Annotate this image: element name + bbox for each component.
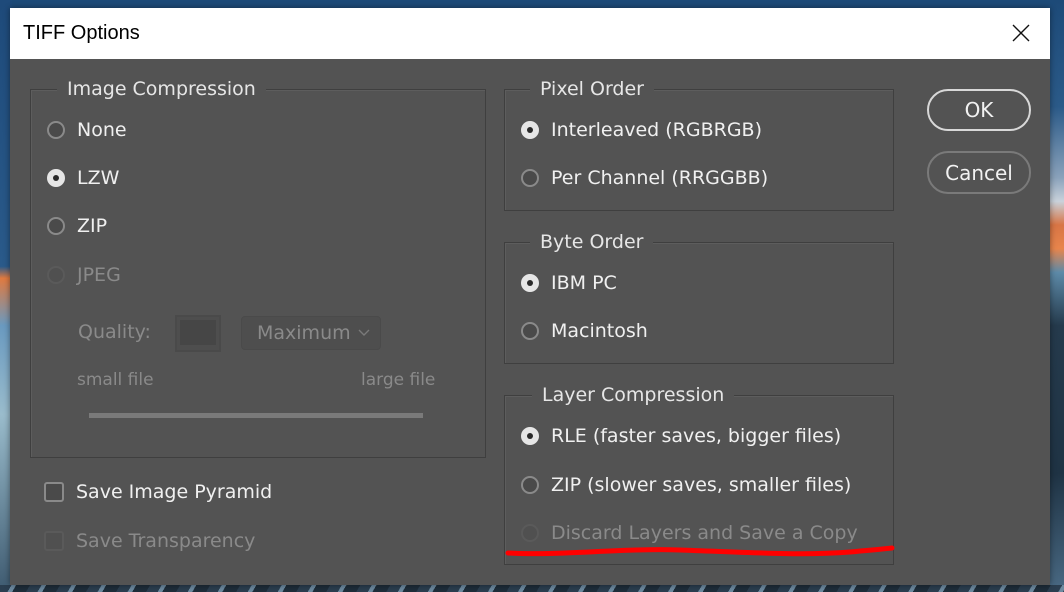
radio-compression-zip[interactable]: ZIP (47, 215, 107, 237)
radio-indicator (521, 274, 539, 292)
radio-pixel-interleaved[interactable]: Interleaved (RGBRGB) (521, 119, 762, 141)
radio-label: Discard Layers and Save a Copy (551, 522, 858, 544)
radio-indicator (521, 476, 539, 494)
large-file-label: large file (361, 370, 436, 390)
desktop-background-bottom (0, 585, 1064, 592)
chevron-down-icon (358, 329, 370, 336)
tiff-options-dialog: TIFF Options Image Compression None LZW … (10, 8, 1050, 585)
radio-label: IBM PC (551, 272, 617, 294)
radio-indicator (47, 121, 65, 139)
quality-label: Quality: (78, 321, 151, 343)
quality-dropdown-value: Maximum (257, 322, 351, 344)
radio-indicator (521, 427, 539, 445)
radio-label: Per Channel (RRGGBB) (551, 167, 769, 189)
quality-input (175, 315, 221, 352)
radio-indicator (47, 217, 65, 235)
image-compression-legend: Image Compression (57, 76, 266, 102)
small-file-label: small file (77, 370, 154, 390)
radio-label: LZW (77, 167, 120, 189)
cancel-button[interactable]: Cancel (927, 151, 1031, 194)
radio-byte-ibm-pc[interactable]: IBM PC (521, 272, 617, 294)
radio-indicator (521, 322, 539, 340)
checkbox-label: Save Transparency (76, 530, 256, 552)
close-button[interactable] (1010, 22, 1032, 44)
quality-dropdown: Maximum (241, 316, 381, 350)
radio-indicator (47, 266, 65, 284)
close-icon (1012, 24, 1030, 42)
radio-label: JPEG (77, 264, 121, 286)
radio-byte-macintosh[interactable]: Macintosh (521, 320, 648, 342)
radio-label: ZIP (77, 215, 108, 237)
layer-compression-legend: Layer Compression (532, 382, 735, 408)
checkbox-indicator (44, 482, 64, 502)
title-bar: TIFF Options (10, 8, 1050, 59)
byte-order-legend: Byte Order (530, 229, 654, 255)
radio-indicator (521, 169, 539, 187)
radio-pixel-per-channel[interactable]: Per Channel (RRGGBB) (521, 167, 768, 189)
checkbox-save-image-pyramid[interactable]: Save Image Pyramid (44, 481, 272, 503)
radio-label: None (77, 119, 127, 141)
radio-compression-none[interactable]: None (47, 119, 127, 141)
checkbox-label: Save Image Pyramid (76, 481, 273, 503)
radio-label: Macintosh (551, 320, 648, 342)
radio-label: RLE (faster saves, bigger files) (551, 425, 842, 447)
byte-order-group: Byte Order IBM PC Macintosh (504, 229, 894, 364)
radio-indicator (521, 524, 539, 542)
radio-layer-rle[interactable]: RLE (faster saves, bigger files) (521, 425, 841, 447)
quality-slider-track (89, 413, 423, 418)
radio-label: ZIP (slower saves, smaller files) (551, 474, 852, 496)
radio-indicator (521, 121, 539, 139)
radio-layer-discard: Discard Layers and Save a Copy (521, 522, 858, 544)
layer-compression-group: Layer Compression RLE (faster saves, big… (504, 382, 894, 565)
radio-compression-lzw[interactable]: LZW (47, 167, 119, 189)
radio-indicator (47, 169, 65, 187)
radio-layer-zip[interactable]: ZIP (slower saves, smaller files) (521, 474, 851, 496)
image-compression-group: Image Compression None LZW ZIP JPEG Qual… (30, 76, 486, 458)
ok-button[interactable]: OK (927, 89, 1031, 131)
checkbox-save-transparency: Save Transparency (44, 530, 255, 552)
radio-compression-jpeg: JPEG (47, 264, 121, 286)
checkbox-indicator (44, 531, 64, 551)
dialog-title: TIFF Options (23, 22, 140, 44)
pixel-order-legend: Pixel Order (530, 76, 654, 102)
pixel-order-group: Pixel Order Interleaved (RGBRGB) Per Cha… (504, 76, 894, 211)
radio-label: Interleaved (RGBRGB) (551, 119, 762, 141)
